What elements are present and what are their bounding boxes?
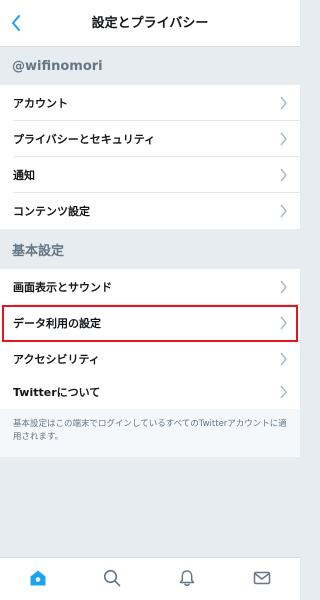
tab-notifications[interactable] bbox=[176, 567, 198, 589]
settings-item-notifications[interactable]: 通知 bbox=[0, 157, 300, 193]
home-icon bbox=[30, 570, 46, 586]
tab-bar bbox=[0, 557, 300, 600]
navigation-bar: 設定とプライバシー bbox=[0, 0, 300, 47]
tab-home[interactable] bbox=[27, 567, 49, 589]
chevron-right-icon bbox=[280, 316, 287, 330]
settings-item-label: 通知 bbox=[13, 169, 35, 182]
settings-item-label: プライバシーとセキュリティ bbox=[13, 133, 156, 146]
search-icon bbox=[103, 569, 121, 587]
settings-item-about-twitter[interactable]: Twitterについて bbox=[0, 374, 300, 410]
settings-item-label: コンテンツ設定 bbox=[13, 205, 90, 218]
settings-item-label: Twitterについて bbox=[13, 386, 101, 399]
settings-item-data-usage[interactable]: データ利用の設定 bbox=[0, 305, 300, 341]
chevron-right-icon bbox=[280, 280, 287, 294]
account-section-header: @wifinomori bbox=[12, 59, 103, 74]
settings-item-privacy-security[interactable]: プライバシーとセキュリティ bbox=[0, 121, 300, 157]
bell-icon bbox=[179, 570, 195, 587]
settings-item-label: アクセシビリティ bbox=[13, 353, 100, 366]
general-section-header: 基本設定 bbox=[12, 243, 65, 259]
chevron-right-icon bbox=[280, 352, 287, 366]
chevron-right-icon bbox=[280, 385, 287, 399]
page-title: 設定とプライバシー bbox=[91, 16, 209, 31]
settings-item-account[interactable]: アカウント bbox=[0, 85, 300, 121]
settings-item-display-sound[interactable]: 画面表示とサウンド bbox=[0, 269, 300, 305]
settings-item-label: アカウント bbox=[13, 97, 68, 110]
settings-item-label: 画面表示とサウンド bbox=[13, 281, 112, 294]
mail-icon bbox=[253, 571, 271, 585]
chevron-right-icon bbox=[280, 132, 287, 146]
settings-item-content-preferences[interactable]: コンテンツ設定 bbox=[0, 193, 300, 229]
chevron-right-icon bbox=[280, 204, 287, 218]
chevron-right-icon bbox=[280, 168, 287, 182]
general-settings-footnote: 基本設定はこの端末でログインしているすべてのTwitterアカウントに適用されま… bbox=[0, 409, 300, 457]
tab-search[interactable] bbox=[101, 567, 123, 589]
tab-messages[interactable] bbox=[251, 567, 273, 589]
settings-item-accessibility[interactable]: アクセシビリティ bbox=[0, 341, 300, 377]
settings-item-label: データ利用の設定 bbox=[13, 317, 101, 330]
chevron-right-icon bbox=[280, 96, 287, 110]
